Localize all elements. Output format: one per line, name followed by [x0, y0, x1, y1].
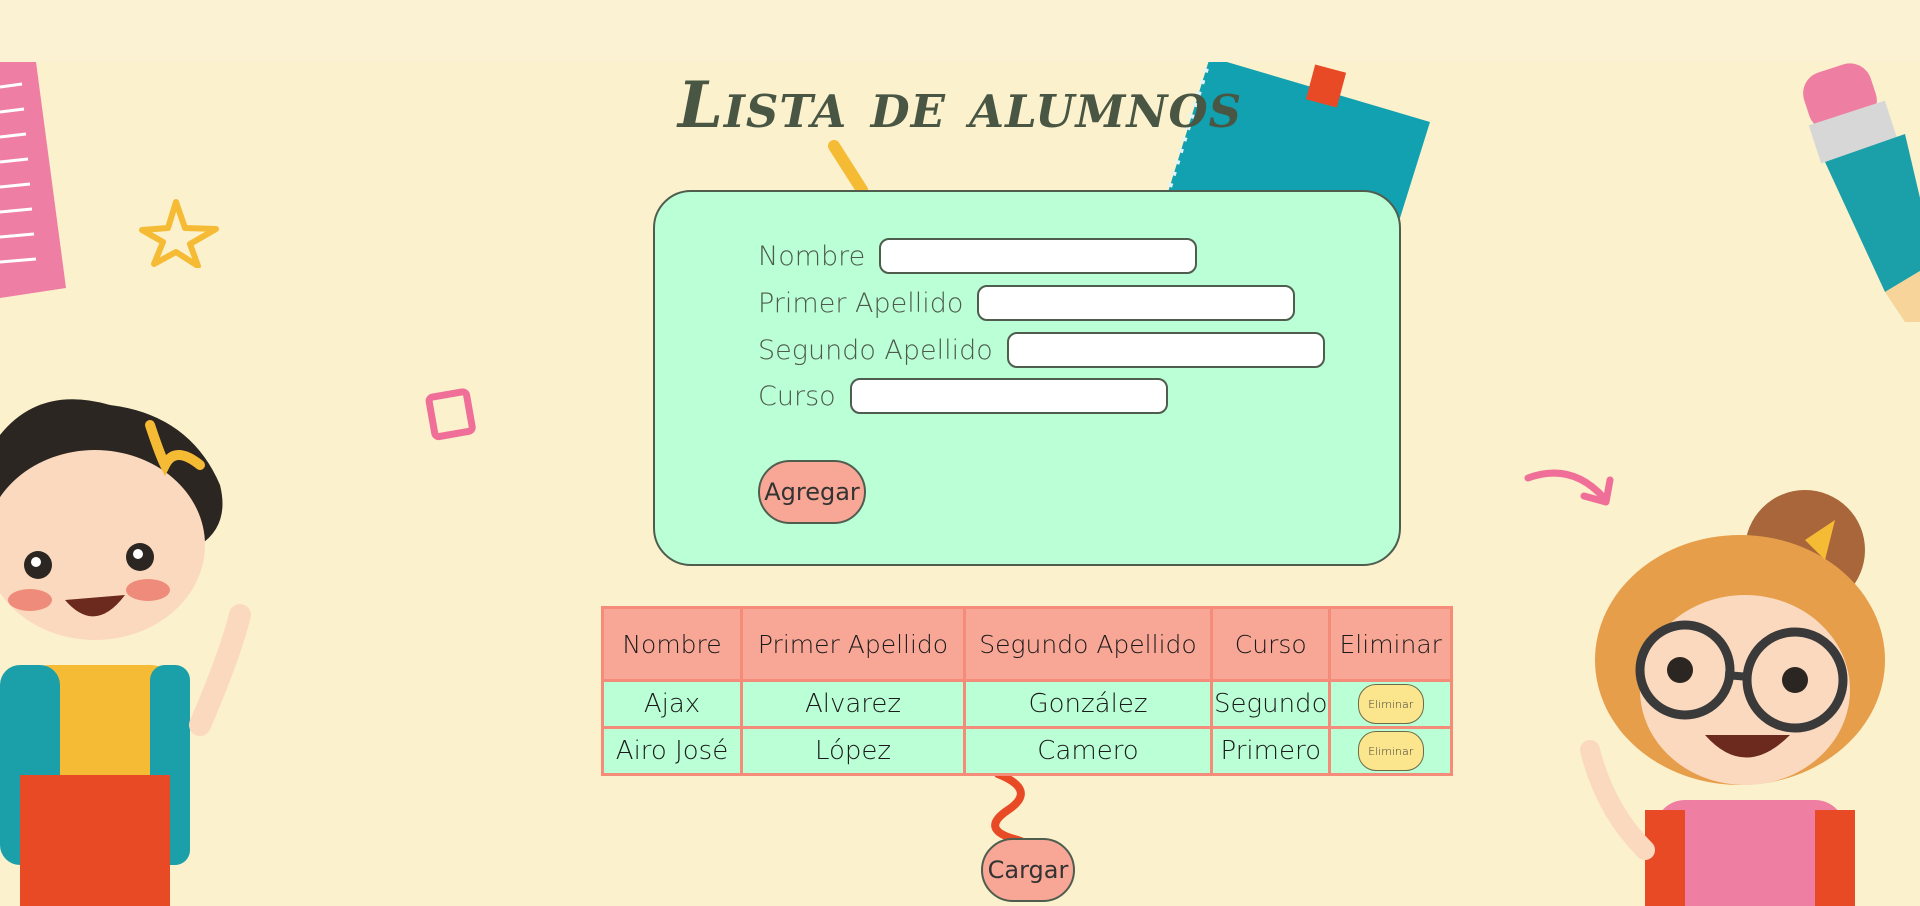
cell-segundo-apellido: Camero — [963, 726, 1213, 776]
cell-nombre: Ajax — [601, 679, 743, 729]
segundo-apellido-input[interactable] — [1006, 332, 1325, 368]
table-header-row: Nombre Primer Apellido Segundo Apellido … — [601, 606, 1453, 682]
boy-illustration — [0, 399, 251, 906]
header-segundo-apellido: Segundo Apellido — [963, 606, 1213, 682]
square-icon — [425, 388, 476, 441]
pencil-stub — [828, 140, 868, 192]
header-curso: Curso — [1209, 606, 1332, 682]
nombre-label: Nombre — [758, 240, 866, 272]
star-icon — [139, 199, 219, 268]
header-eliminar: Eliminar — [1328, 606, 1453, 682]
segundo-apellido-label: Segundo Apellido — [758, 334, 993, 366]
table-row: Airo José López Camero Primero Eliminar — [601, 726, 1453, 776]
primer-apellido-input[interactable] — [977, 285, 1296, 321]
header-primer-apellido: Primer Apellido — [740, 606, 966, 682]
load-button[interactable]: Cargar — [981, 838, 1075, 902]
table-row: Ajax Alvarez González Segundo Eliminar — [601, 679, 1453, 729]
form-row-primer-apellido: Primer Apellido — [758, 285, 1296, 321]
delete-button[interactable]: Eliminar — [1357, 684, 1424, 724]
form-row-segundo-apellido: Segundo Apellido — [758, 332, 1325, 368]
nombre-input[interactable] — [879, 238, 1198, 274]
form-row-curso: Curso — [758, 378, 1168, 414]
form-row-nombre: Nombre — [758, 238, 1198, 274]
cell-primer-apellido: Alvarez — [740, 679, 966, 729]
student-form: Nombre Primer Apellido Segundo Apellido … — [653, 190, 1401, 566]
cell-primer-apellido: López — [740, 726, 966, 776]
delete-button[interactable]: Eliminar — [1357, 731, 1424, 771]
cell-segundo-apellido: González — [963, 679, 1213, 729]
curso-input[interactable] — [849, 378, 1168, 414]
page-title: Lista de alumnos — [677, 68, 1243, 143]
students-table: Nombre Primer Apellido Segundo Apellido … — [601, 606, 1453, 776]
primer-apellido-label: Primer Apellido — [758, 287, 964, 319]
top-bar — [0, 0, 1920, 62]
cell-eliminar: Eliminar — [1328, 726, 1453, 776]
cell-curso: Segundo — [1209, 679, 1332, 729]
add-button[interactable]: Agregar — [758, 460, 866, 524]
header-nombre: Nombre — [601, 606, 743, 682]
cell-curso: Primero — [1209, 726, 1332, 776]
cell-eliminar: Eliminar — [1328, 679, 1453, 729]
cell-nombre: Airo José — [601, 726, 743, 776]
curso-label: Curso — [758, 380, 836, 412]
girl-illustration — [1580, 490, 1885, 906]
